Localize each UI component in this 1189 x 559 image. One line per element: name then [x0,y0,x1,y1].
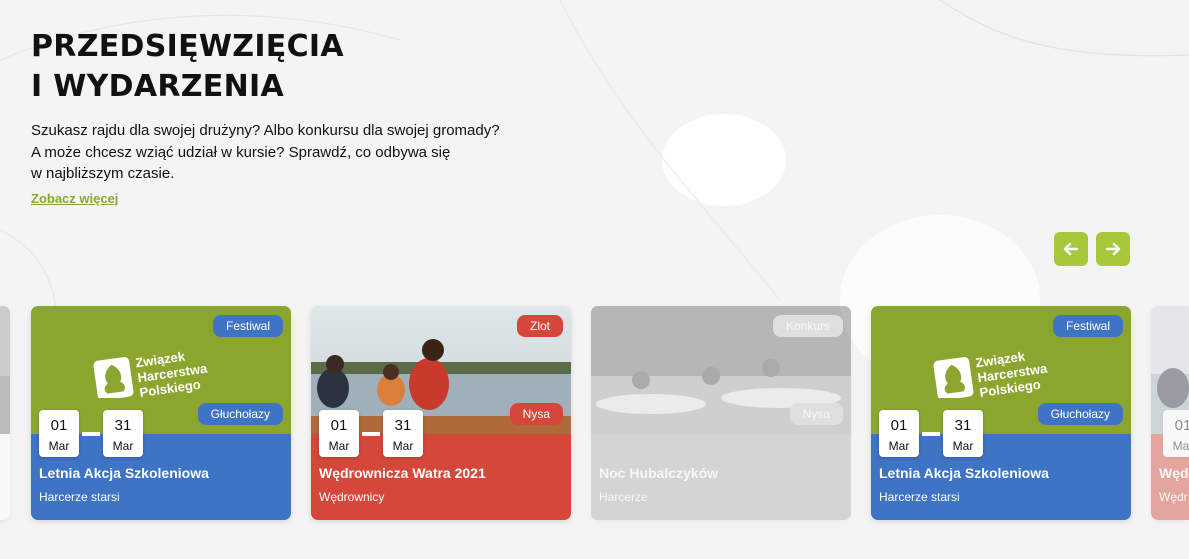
date-separator [922,432,940,436]
date-month: Mar [112,439,134,453]
event-audience: Wędr [1159,490,1188,504]
event-card[interactable]: Konkurs Nysa Noc Hubalczyków Harcerze [591,306,851,520]
title-line: I WYDARZENIA [31,69,284,104]
date-start: 01 Mar [39,410,79,457]
event-title: Wędrownicza Watra 2021 [319,465,486,481]
carousel-prev-button[interactable] [1054,232,1088,266]
date-end: 31 Mar [383,410,423,457]
arrow-left-icon [1063,242,1079,256]
date-start: 01 Mar [879,410,919,457]
date-end: 31 Mar [103,410,143,457]
event-title: Letnia Akcja Szkoleniowa [879,465,1049,481]
description-line: Szukasz rajdu dla swojej drużyny? Albo k… [31,122,500,139]
event-audience: Harcerze [599,490,648,504]
arrow-right-icon [1105,242,1121,256]
date-day: 31 [954,417,972,434]
date-day: 31 [394,417,412,434]
see-more-link[interactable]: Zobacz więcej [31,191,118,206]
event-audience: Wędrownicy [319,490,385,504]
event-title: Noc Hubalczyków [599,465,719,481]
event-card[interactable]: Związek Harcerstwa Polskiego Festiwal Gł… [871,306,1131,520]
event-location-badge: Głuchołazy [197,403,283,425]
event-card-partial-left[interactable] [0,306,10,520]
event-audience: Harcerze starsi [879,490,960,504]
date-month: Mar [1172,439,1189,453]
date-month: Mar [392,439,414,453]
zhp-logo: Związek Harcerstwa Polskiego [93,348,209,398]
date-day: 31 [114,417,132,434]
event-location-badge: Głuchołazy [1037,403,1123,425]
date-month: Mar [952,439,974,453]
event-type-badge: Festiwal [1052,315,1123,337]
event-photo [0,306,10,434]
event-audience: Harcerze starsi [39,490,120,504]
event-location-badge: Nysa [509,403,563,425]
date-start: 01 Mar [319,410,359,457]
date-day: 01 [330,417,348,434]
date-end: 31 Mar [943,410,983,457]
page-title: PRZEDSIĘWZIĘCIA I WYDARZENIA [31,27,344,107]
event-type-badge: Festiwal [212,315,283,337]
date-separator [362,432,380,436]
background-circle [662,114,786,206]
date-day: 01 [50,417,68,434]
date-start: 01 Mar [1163,410,1189,457]
date-month: Mar [48,439,70,453]
event-type-badge: Konkurs [772,315,843,337]
event-title: Wędr [1159,465,1189,481]
event-card[interactable]: Związek Harcerstwa Polskiego Festiwal Gł… [31,306,291,520]
date-separator [82,432,100,436]
date-day: 01 [1174,417,1189,434]
date-day: 01 [890,417,908,434]
description-line: A może chcesz wziąć udział w kursie? Spr… [31,143,451,161]
event-title: Letnia Akcja Szkoleniowa [39,465,209,481]
event-card[interactable]: Zlot Nysa 01 Mar 31 Mar Wędrownicza Watr… [311,306,571,520]
section-description: Szukasz rajdu dla swojej drużyny? Albo k… [31,120,591,185]
title-line: PRZEDSIĘWZIĘCIA [31,29,344,64]
event-location-badge: Nysa [789,403,843,425]
date-month: Mar [888,439,910,453]
event-type-badge: Zlot [516,315,563,337]
date-month: Mar [328,439,350,453]
zhp-logo: Związek Harcerstwa Polskiego [933,348,1049,398]
description-line: w najbliższym czasie. [31,165,175,182]
carousel-next-button[interactable] [1096,232,1130,266]
event-card-partial-right[interactable]: 01 Mar Wędr Wędr [1151,306,1189,520]
